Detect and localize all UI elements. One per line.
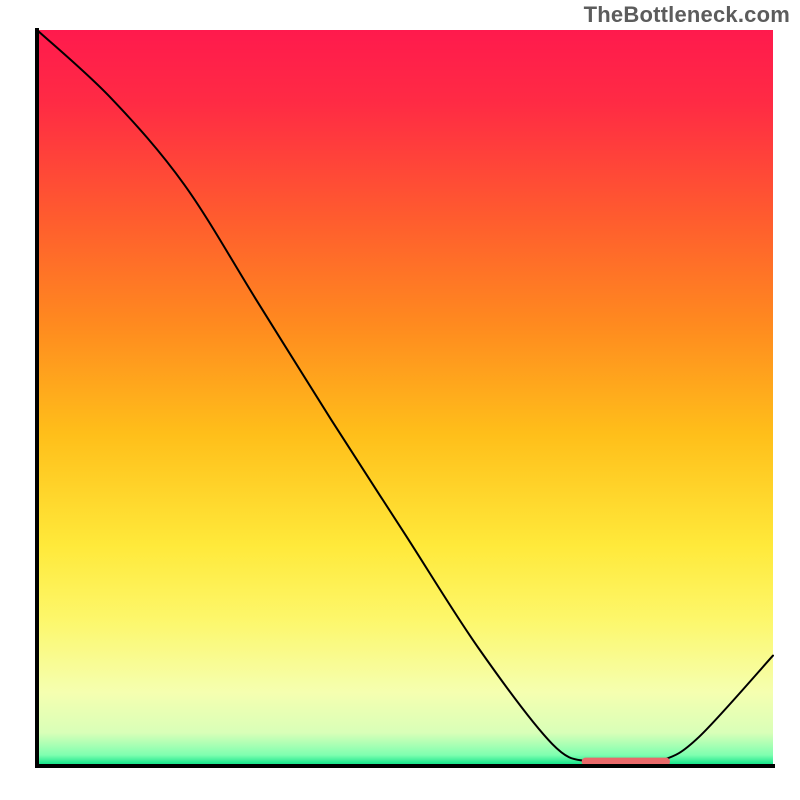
chart-svg [0, 0, 800, 800]
plot-background [37, 30, 773, 766]
chart-container: TheBottleneck.com [0, 0, 800, 800]
